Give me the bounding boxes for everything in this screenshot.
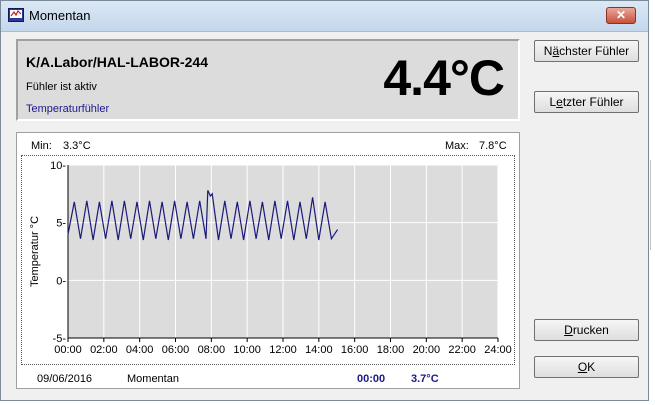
x-tick-label: 02:00 [90, 344, 118, 356]
sensor-status: Fühler ist aktiv [26, 81, 97, 93]
title-bar[interactable]: Momentan ✕ [1, 1, 648, 32]
y-tick-label: 0- [56, 275, 66, 287]
close-icon[interactable]: ✕ [606, 7, 636, 24]
footer-time: 00:00 [357, 373, 386, 385]
print-button[interactable]: Drucken [534, 319, 639, 341]
ok-label-b: O [577, 360, 588, 374]
y-axis-label: Temperatur °C [29, 216, 41, 287]
chart-panel: Min: 3.3°C Max: 7.8°C 00:00 02:00 04:00 06:… [16, 132, 520, 389]
x-tick-label: 06:00 [162, 344, 190, 356]
x-tick-label: 16:00 [341, 344, 369, 356]
print-label-b: D [564, 323, 573, 337]
x-tick-label: 00:00 [54, 344, 82, 356]
ok-button[interactable]: OK [534, 356, 639, 378]
last-sensor-button[interactable]: Letzter Fühler [534, 91, 639, 113]
current-temperature: 4.4°C [383, 50, 505, 106]
x-tick-label: 20:00 [413, 344, 441, 356]
sensor-name: K/A.Labor/HAL-LABOR-244 [26, 54, 209, 70]
y-tick-label: 10- [50, 160, 66, 172]
window-title: Momentan [29, 8, 91, 23]
ok-label-c: K [587, 360, 596, 374]
y-tick-label: 5- [56, 218, 66, 230]
x-tick-label: 08:00 [198, 344, 226, 356]
last-sensor-label-b: e [556, 95, 563, 109]
monitor-icon [8, 8, 24, 22]
footer-date: 09/06/2016 [37, 373, 93, 385]
sensor-type: Temperaturfühler [26, 103, 110, 115]
x-tick-label: 24:00 [484, 344, 512, 356]
temperature-chart: 00:00 02:00 04:00 06:00 08:00 10:00 12:00 14:00… [29, 160, 512, 356]
x-tick-label: 22:00 [448, 344, 476, 356]
x-tick-label: 12:00 [269, 344, 297, 356]
footer-mode: Momentan [127, 373, 179, 385]
last-sensor-label-c: tzter Fühler [562, 95, 624, 109]
x-tick-label: 18:00 [377, 344, 405, 356]
x-tick-label: 04:00 [126, 344, 154, 356]
x-tick-label: 14:00 [305, 344, 333, 356]
sensor-header-panel: K/A.Labor/HAL-LABOR-244 Fühler ist aktiv… [16, 39, 520, 121]
next-sensor-label-c: chster Fühler [559, 44, 630, 58]
print-label-c: rucken [572, 323, 609, 337]
footer-value: 3.7°C [411, 373, 439, 385]
next-sensor-button[interactable]: Nächster Fühler [534, 40, 639, 62]
momentan-window: Momentan ✕ K/A.Labor/HAL-LABOR-244 Fühle… [0, 0, 649, 401]
x-tick-label: 10:00 [233, 344, 261, 356]
background-window-edge [650, 160, 655, 250]
y-tick-label: -5- [53, 333, 67, 345]
